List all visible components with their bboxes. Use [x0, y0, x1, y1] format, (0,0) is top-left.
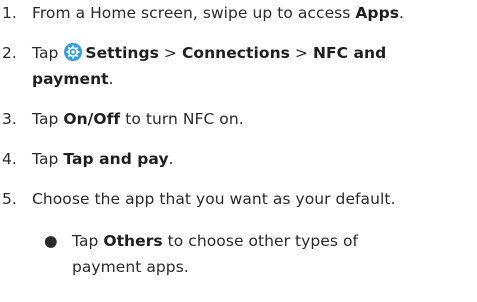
step-text: Tap On/Off to turn NFC on.: [32, 108, 244, 130]
step-number: 2.: [2, 44, 17, 62]
step-text: From a Home screen, swipe up to access A…: [32, 2, 404, 24]
settings-label: Settings: [85, 44, 159, 62]
step-3-rest: to turn NFC on.: [120, 110, 244, 128]
bullet-text: Tap Others to choose other types of: [72, 230, 358, 252]
step-4-period: .: [168, 150, 174, 168]
step-text: Tap Tap and pay.: [32, 148, 174, 170]
bullet-pre: Tap: [72, 232, 104, 250]
step-text: Choose the app that you want as your def…: [32, 190, 396, 208]
step-4-text: Tap: [32, 150, 64, 168]
step-text: Tap Settings > Connections > NFC and: [32, 42, 386, 64]
others-label: Others: [103, 232, 163, 250]
gear-icon: [64, 43, 83, 61]
separator: >: [158, 44, 182, 62]
bullet-rest: to choose other types of: [162, 232, 358, 250]
payment-label: payment: [32, 70, 109, 88]
tap-and-pay-label: Tap and pay: [63, 150, 169, 168]
nfc-label: NFC and: [312, 44, 387, 62]
step-2-period: .: [108, 70, 114, 88]
step-3-text: Tap: [32, 110, 64, 128]
step-2-text: Tap: [32, 44, 64, 62]
step-number: 1.: [2, 4, 17, 22]
step-1-text: From a Home screen, swipe up to access: [32, 4, 356, 22]
step-number: 5.: [2, 190, 17, 208]
separator: >: [289, 44, 313, 62]
instruction-list: 1. From a Home screen, swipe up to acces…: [0, 0, 477, 302]
bullet-text: payment apps.: [72, 258, 189, 276]
apps-label: Apps: [355, 4, 400, 22]
connections-label: Connections: [181, 44, 290, 62]
bullet-dot: ●: [44, 232, 58, 250]
step-1-period: .: [399, 4, 404, 22]
step-number: 4.: [2, 150, 17, 168]
on-off-label: On/Off: [63, 110, 121, 128]
step-text: payment.: [32, 68, 114, 90]
step-number: 3.: [2, 110, 17, 128]
